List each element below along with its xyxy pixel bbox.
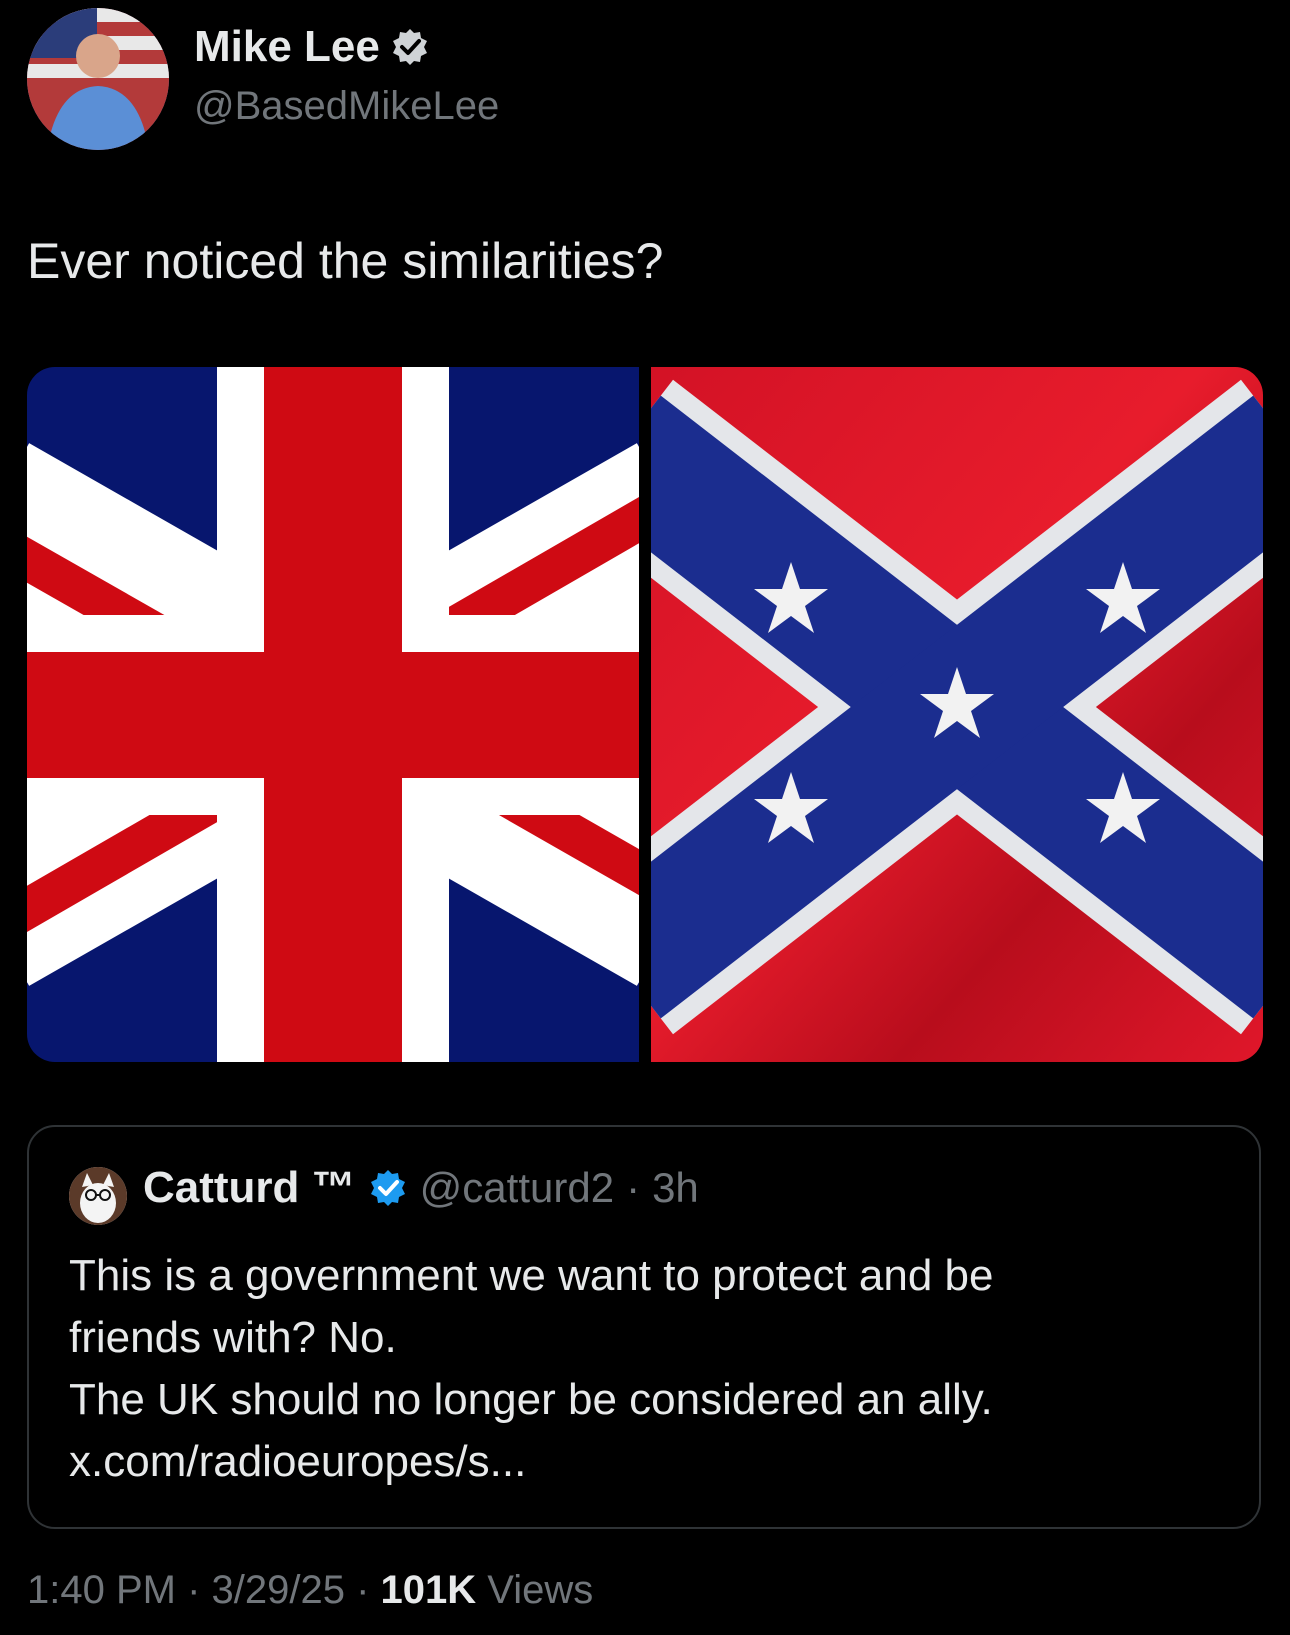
- quote-line: This is a government we want to protect …: [69, 1251, 994, 1300]
- quote-link[interactable]: x.com/radioeuropes/s...: [69, 1431, 1219, 1493]
- quote-line: friends with? No.: [69, 1313, 397, 1362]
- quote-header: Catturd ™ @catturd2 · 3h: [143, 1163, 699, 1213]
- tweet-media[interactable]: [27, 367, 1263, 1062]
- tweet-footer: 1:40 PM · 3/29/25 · 101K Views: [27, 1568, 593, 1613]
- quote-author-name[interactable]: Catturd ™: [143, 1163, 356, 1213]
- author-name-row: Mike Lee: [194, 22, 430, 72]
- quote-avatar[interactable]: [69, 1167, 127, 1225]
- footer-separator: ·: [344, 1568, 381, 1612]
- cat-avatar-icon: [69, 1167, 127, 1225]
- quote-line: The UK should no longer be considered an…: [69, 1375, 993, 1424]
- views-label: Views: [476, 1568, 594, 1612]
- author-name[interactable]: Mike Lee: [194, 22, 380, 72]
- quote-author-handle[interactable]: @catturd2: [420, 1164, 614, 1212]
- quoted-tweet[interactable]: Catturd ™ @catturd2 · 3h This is a gover…: [27, 1125, 1261, 1529]
- author-avatar[interactable]: [27, 8, 169, 150]
- verified-badge-icon: [392, 29, 427, 65]
- union-jack-image[interactable]: [27, 367, 639, 1062]
- views-count[interactable]: 101K: [381, 1568, 477, 1612]
- footer-separator: ·: [175, 1568, 212, 1612]
- quote-separator: ·: [626, 1164, 641, 1211]
- tweet-text: Ever noticed the similarities?: [27, 233, 664, 289]
- quote-timestamp[interactable]: 3h: [652, 1164, 699, 1212]
- author-handle[interactable]: @BasedMikeLee: [194, 84, 499, 129]
- verified-badge-icon: [370, 1170, 405, 1206]
- tweet-time[interactable]: 1:40 PM: [27, 1568, 176, 1612]
- tweet-date[interactable]: 3/29/25: [212, 1568, 345, 1612]
- quote-text: This is a government we want to protect …: [69, 1245, 1219, 1493]
- confederate-flag-image[interactable]: [651, 367, 1263, 1062]
- avatar-image: [27, 8, 169, 150]
